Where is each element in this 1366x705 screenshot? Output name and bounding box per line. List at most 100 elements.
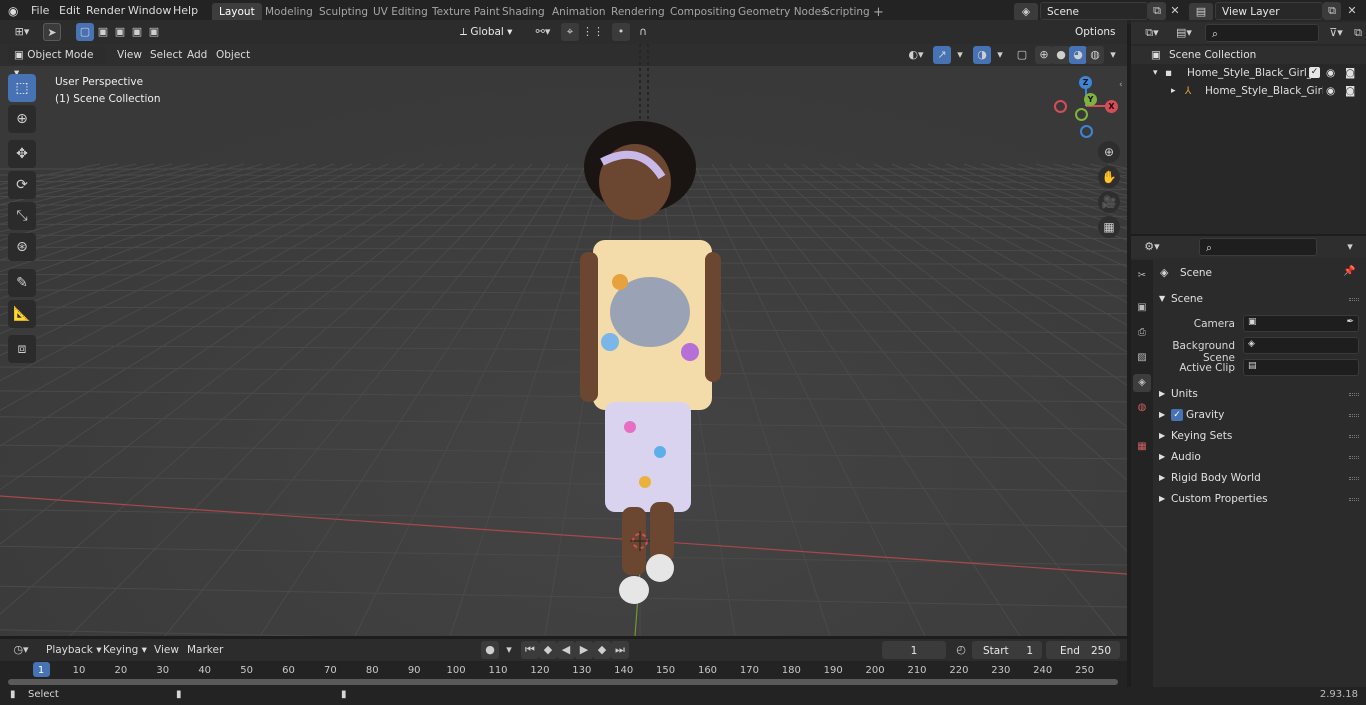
start-frame-field[interactable]: Start 1 — [972, 641, 1042, 659]
shading-dropdown-icon[interactable]: ▾ — [1104, 46, 1122, 64]
select-intersect-icon[interactable]: ▣ — [145, 23, 163, 41]
panel-scene-header[interactable]: ▼ Scene — [1155, 289, 1365, 309]
delete-scene-icon[interactable]: ✕ — [1166, 2, 1184, 20]
tool-rotate-icon[interactable]: ⟳ — [8, 171, 36, 199]
proportional-edit-icon[interactable]: • — [612, 23, 630, 41]
exclude-checkbox[interactable]: ✓ — [1309, 67, 1320, 78]
view-layer-field[interactable]: View Layer — [1215, 2, 1323, 20]
eye-icon[interactable]: ◉ — [1326, 64, 1335, 82]
drag-grip-icon[interactable] — [1349, 435, 1359, 438]
gizmo-neg-x-axis[interactable] — [1054, 100, 1067, 113]
active-clip-field[interactable]: ▤ — [1243, 359, 1359, 376]
select-extend-icon[interactable]: ▣ — [94, 23, 112, 41]
menu-help[interactable]: Help — [173, 4, 198, 17]
eye-icon[interactable]: ◉ — [1326, 82, 1335, 100]
perspective-toggle-icon[interactable]: ▦ — [1098, 216, 1120, 238]
pivot-point-icon[interactable]: ⚯▾ — [530, 23, 556, 41]
eyedropper-icon[interactable]: ✒ — [1346, 317, 1354, 327]
tool-scale-icon[interactable]: ⤡ — [8, 202, 36, 230]
tab-world-icon[interactable]: ◍ — [1133, 399, 1151, 417]
tool-measure-icon[interactable]: 📐 — [8, 300, 36, 328]
expand-chevron-icon[interactable]: ▾ — [1153, 64, 1158, 82]
sidebar-toggle-icon[interactable]: ‹ — [1119, 80, 1123, 90]
shading-wireframe-icon[interactable]: ⊕ — [1035, 46, 1053, 64]
timeline-editor-type-icon[interactable]: ◷▾ — [8, 641, 34, 659]
menu-edit[interactable]: Edit — [59, 4, 80, 17]
tab-output-icon[interactable]: ⎙ — [1133, 324, 1151, 342]
gizmo-neg-y-axis[interactable] — [1075, 108, 1088, 121]
camera-icon[interactable]: ◙ — [1345, 64, 1355, 82]
snap-target-icon[interactable]: ⋮⋮ — [580, 23, 606, 41]
pin-icon[interactable]: 📌 — [1343, 266, 1355, 277]
select-subtract-icon[interactable]: ▣ — [111, 23, 129, 41]
camera-field[interactable]: ▣ ✒ — [1243, 315, 1359, 332]
properties-options-icon[interactable]: ▾ — [1341, 238, 1359, 256]
gizmo-y-axis[interactable]: Y — [1084, 93, 1097, 106]
play-reverse-icon[interactable]: ◀ — [557, 641, 575, 659]
panel-audio[interactable]: ▶ Audio — [1155, 447, 1365, 467]
outliner-item-armature[interactable]: ▸ ⅄ Home_Style_Black_Girl_C ◉ ◙ — [1131, 82, 1366, 100]
panel-keying-sets[interactable]: ▶ Keying Sets — [1155, 426, 1365, 446]
tab-tool-icon[interactable]: ✂ — [1133, 267, 1151, 285]
stopwatch-icon[interactable]: ◴ — [952, 641, 970, 659]
drag-grip-icon[interactable] — [1349, 498, 1359, 501]
timeline-scrollbar[interactable] — [8, 679, 1118, 685]
drag-grip-icon[interactable] — [1349, 477, 1359, 480]
scene-name-field[interactable]: Scene — [1040, 2, 1148, 20]
play-icon[interactable]: ▶ — [575, 641, 593, 659]
keying-dropdown-icon[interactable]: ▾ — [500, 641, 518, 659]
drag-grip-icon[interactable] — [1349, 298, 1359, 301]
menu-select[interactable]: Select — [150, 49, 182, 61]
object-mode-dropdown[interactable]: ▣ Object Mode ▾ — [8, 46, 106, 79]
blender-logo-icon[interactable]: ◉ — [8, 4, 18, 18]
tool-move-icon[interactable]: ✥ — [8, 140, 36, 168]
new-scene-icon[interactable]: ⧉ — [1148, 2, 1166, 20]
select-new-icon[interactable]: ▢ — [76, 23, 94, 41]
expand-chevron-icon[interactable]: ▸ — [1171, 82, 1176, 100]
jump-next-keyframe-icon[interactable]: ◆ — [593, 641, 611, 659]
pan-hand-icon[interactable]: ✋ — [1098, 166, 1120, 188]
drag-grip-icon[interactable] — [1349, 456, 1359, 459]
properties-search-input[interactable]: ⌕ — [1199, 238, 1317, 256]
camera-view-icon[interactable]: 🎥 — [1098, 191, 1120, 213]
new-view-layer-icon[interactable]: ⧉ — [1323, 2, 1341, 20]
gravity-checkbox[interactable]: ✓ — [1171, 409, 1183, 421]
background-scene-field[interactable]: ◈ — [1243, 337, 1359, 354]
current-frame-field[interactable]: 1 — [882, 641, 946, 659]
xray-toggle-icon[interactable]: ▢ — [1013, 46, 1031, 64]
tab-render-icon[interactable]: ▣ — [1133, 299, 1151, 317]
tab-texture-icon[interactable]: ▦ — [1133, 438, 1151, 456]
3d-viewport[interactable] — [0, 44, 1127, 636]
menu-keying[interactable]: Keying ▾ — [103, 644, 147, 656]
panel-custom-properties[interactable]: ▶ Custom Properties — [1155, 489, 1365, 509]
end-frame-field[interactable]: End 250 — [1046, 641, 1120, 659]
outliner-editor-type-icon[interactable]: ⧉▾ — [1139, 24, 1165, 42]
tool-select-box-icon[interactable]: ⬚ — [8, 74, 36, 102]
properties-editor-type-icon[interactable]: ⚙▾ — [1139, 238, 1165, 256]
gizmo-x-axis[interactable]: X — [1105, 100, 1118, 113]
gizmo-toggle-icon[interactable]: ↗ — [933, 46, 951, 64]
select-invert-icon[interactable]: ▣ — [128, 23, 146, 41]
menu-playback[interactable]: Playback ▾ — [46, 644, 101, 656]
view-layer-selector-icon[interactable]: ▤ — [1189, 3, 1213, 21]
tab-view-layer-icon[interactable]: ▨ — [1133, 349, 1151, 367]
transform-orientation-dropdown[interactable]: ⟂ Global ▾ — [454, 23, 524, 41]
shading-material-icon[interactable]: ◕ — [1069, 46, 1087, 64]
overlay-toggle-icon[interactable]: ◑ — [973, 46, 991, 64]
menu-render[interactable]: Render — [86, 4, 125, 17]
zoom-icon[interactable]: ⊕ — [1098, 141, 1120, 163]
drag-grip-icon[interactable] — [1349, 393, 1359, 396]
tool-transform-icon[interactable]: ⊛ — [8, 233, 36, 261]
3d-cursor-icon[interactable] — [630, 531, 650, 551]
panel-gravity[interactable]: ▶ ✓ Gravity — [1155, 405, 1365, 425]
menu-window[interactable]: Window — [128, 4, 171, 17]
jump-prev-keyframe-icon[interactable]: ◆ — [539, 641, 557, 659]
overlay-dropdown-icon[interactable]: ▾ — [991, 46, 1009, 64]
outliner-scene-collection[interactable]: ▣ Scene Collection — [1131, 46, 1366, 64]
tool-add-cube-icon[interactable]: ⧈ — [8, 335, 36, 363]
record-icon[interactable]: ● — [481, 641, 499, 659]
character-model[interactable] — [550, 82, 750, 622]
panel-units[interactable]: ▶ Units — [1155, 384, 1365, 404]
drag-grip-icon[interactable] — [1349, 414, 1359, 417]
scene-selector-icon[interactable]: ◈ — [1014, 3, 1038, 21]
